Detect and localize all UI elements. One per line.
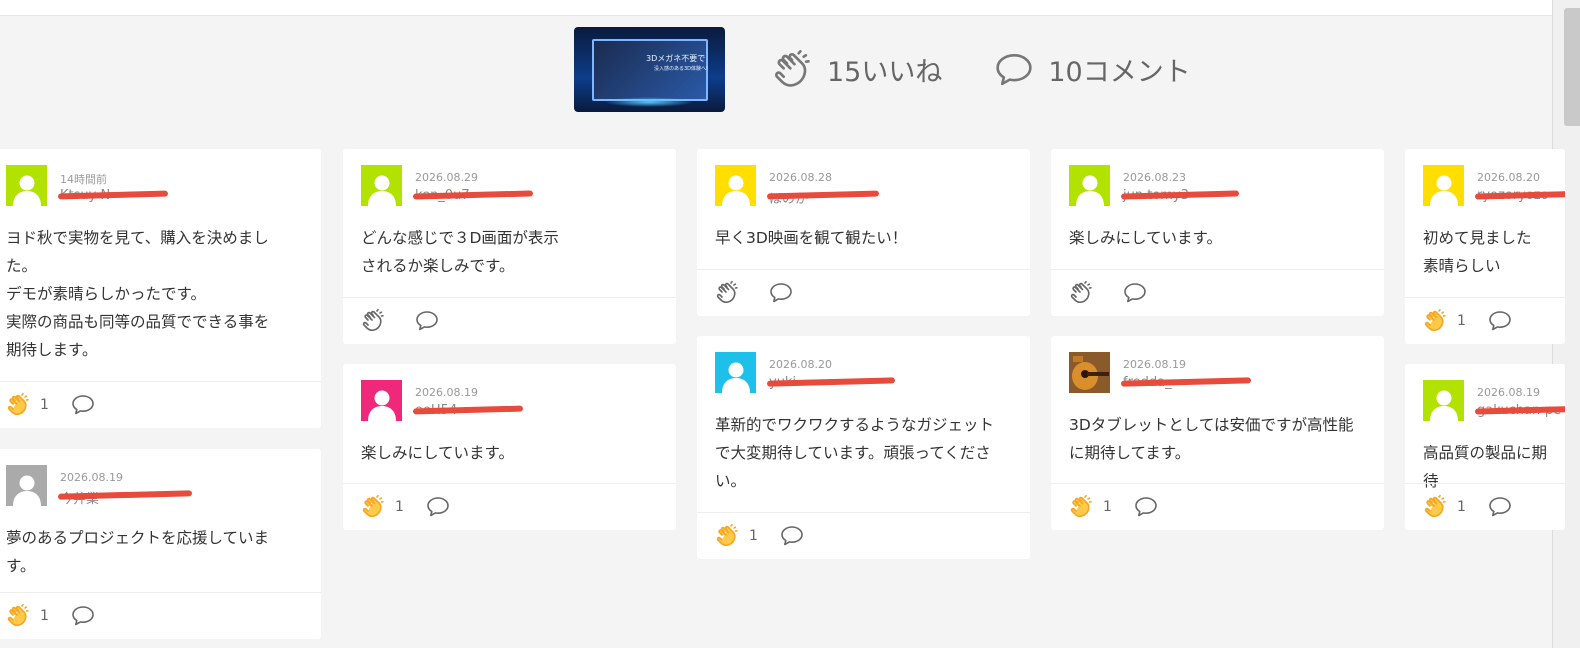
reply-icon[interactable]	[1488, 496, 1512, 518]
reply-icon[interactable]	[1123, 282, 1147, 304]
comment-text: 早く3D映画を観て観たい！	[715, 229, 908, 247]
avatar[interactable]	[1423, 165, 1464, 206]
comment-date: 2026.08.19	[1477, 386, 1540, 399]
clap-icon[interactable]	[1069, 495, 1093, 519]
project-stats-header: 3Dメガネ不要で 没入感のある3D体験へ! 15いいね 10コメント	[574, 27, 1191, 112]
avatar[interactable]	[361, 380, 402, 421]
comment-actions	[697, 269, 1030, 316]
clap-icon[interactable]	[1423, 495, 1447, 519]
comment-card: 2026.08.28 ほのか 早く3D映画を観て観たい！	[697, 149, 1030, 316]
comment-text: 夢のあるプロジェクトを応援しています。	[6, 529, 270, 575]
comment-card: 2026.08.29ken_0u7どんな感じで３D画面が表示されるか楽しみです。	[343, 149, 676, 344]
comment-text: どんな感じで３D画面が表示されるか楽しみです。	[361, 229, 559, 275]
like-count: 1	[1457, 313, 1466, 329]
comment-date: 2026.08.19	[415, 386, 478, 399]
scrollbar-thumb[interactable]	[1564, 8, 1580, 126]
thumbnail-title: 3Dメガネ不要で	[646, 54, 706, 63]
like-count: 1	[40, 608, 49, 624]
reply-icon[interactable]	[71, 605, 95, 627]
comment-date: 2026.08.29	[415, 171, 478, 184]
clap-icon	[775, 49, 810, 87]
clap-icon[interactable]	[715, 524, 739, 548]
like-count: 1	[749, 528, 758, 544]
comment-actions	[343, 297, 676, 344]
comment-card: 2026.08.20yuki革新的でワクワクするようなガジェットで大変期待してい…	[697, 336, 1030, 559]
user-icon	[1429, 175, 1458, 206]
comment-text: 3Dタブレットとしては安価ですが高性能に期待してます。	[1069, 416, 1354, 462]
comment-text: 楽しみにしています。	[1069, 229, 1222, 247]
comment-date: 2026.08.19	[1123, 358, 1186, 371]
comment-actions: 1	[343, 483, 676, 530]
avatar[interactable]	[1069, 165, 1110, 206]
comment-actions: 1	[1405, 483, 1565, 530]
comment-card: 2026.08.19gakuchan-pe高品質の製品に期待1	[1405, 364, 1565, 530]
clap-icon[interactable]	[1423, 309, 1447, 333]
avatar[interactable]	[715, 165, 756, 206]
clap-icon[interactable]	[361, 309, 385, 333]
user-icon	[1429, 390, 1458, 421]
avatar[interactable]	[1069, 352, 1110, 393]
user-icon	[721, 175, 750, 206]
avatar[interactable]	[6, 465, 47, 506]
glow-graphic	[604, 97, 694, 107]
like-count: 1	[395, 499, 404, 515]
user-icon	[721, 362, 750, 393]
comment-text: 楽しみにしています。	[361, 444, 514, 462]
user-icon	[367, 175, 396, 206]
comment-text: 初めて見ました 素晴らしい	[1423, 229, 1532, 275]
user-icon	[12, 175, 41, 206]
comment-actions: 1	[0, 381, 321, 428]
comment-actions: 1	[1051, 483, 1384, 530]
user-icon	[12, 475, 41, 506]
reply-icon[interactable]	[415, 310, 439, 332]
comment-actions: 1	[0, 592, 321, 639]
reply-icon[interactable]	[1134, 496, 1158, 518]
comment-date: 2026.08.20	[769, 358, 832, 371]
top-bar	[0, 0, 1552, 16]
clap-icon[interactable]	[361, 495, 385, 519]
avatar[interactable]	[715, 352, 756, 393]
project-thumbnail[interactable]: 3Dメガネ不要で 没入感のある3D体験へ!	[574, 27, 725, 112]
comments-count-label: 10コメント	[1048, 57, 1191, 88]
user-icon	[1075, 175, 1104, 206]
comment-actions: 1	[697, 512, 1030, 559]
comment-date: 2026.08.28	[769, 171, 832, 184]
speech-bubble-icon	[996, 53, 1033, 85]
avatar[interactable]	[1423, 380, 1464, 421]
comment-card: 2026.08.23jun.tomy3楽しみにしています。	[1051, 149, 1384, 316]
reply-icon[interactable]	[769, 282, 793, 304]
comment-card: 2026.08.19fredda_3Dタブレットとしては安価ですが高性能に期待し…	[1051, 336, 1384, 530]
reply-icon[interactable]	[780, 525, 804, 547]
avatar[interactable]	[361, 165, 402, 206]
clap-icon[interactable]	[715, 281, 739, 305]
comment-card: 2026.08.20ryozoryozo初めて見ました 素晴らしい1	[1405, 149, 1565, 344]
comment-date: 2026.08.19	[60, 471, 123, 484]
reply-icon[interactable]	[71, 394, 95, 416]
comments-stat[interactable]: 10コメント	[994, 50, 1191, 89]
comment-card: 2026.08.19ooH54楽しみにしています。1	[343, 364, 676, 530]
comment-card: 14時間前Ktsuy Nヨド秋で実物を見て、購入を決めました。 デモが素晴らしか…	[0, 149, 321, 428]
reply-icon[interactable]	[1488, 310, 1512, 332]
comment-text: ヨド秋で実物を見て、購入を決めました。 デモが素晴らしかったです。 実際の商品も…	[6, 229, 270, 359]
comment-card: 2026.08.19 今井業 夢のあるプロジェクトを応援しています。 1	[0, 449, 321, 639]
comment-date: 14時間前	[60, 173, 107, 186]
clap-icon[interactable]	[6, 393, 30, 417]
thumbnail-subtitle: 没入感のある3D体験へ!	[654, 66, 709, 72]
likes-stat[interactable]: 15いいね	[771, 49, 943, 90]
reply-icon[interactable]	[426, 496, 450, 518]
comment-date: 2026.08.20	[1477, 171, 1540, 184]
like-count: 1	[1103, 499, 1112, 515]
comment-actions: 1	[1405, 297, 1565, 344]
comment-text: 革新的でワクワクするようなガジェットで大変期待しています。頑張ってください。	[715, 416, 995, 490]
user-icon	[367, 390, 396, 421]
comment-actions	[1051, 269, 1384, 316]
avatar[interactable]	[6, 165, 47, 206]
clap-icon[interactable]	[1069, 281, 1093, 305]
like-count: 1	[40, 397, 49, 413]
likes-count-label: 15いいね	[827, 57, 943, 88]
clap-icon[interactable]	[6, 604, 30, 628]
comment-date: 2026.08.23	[1123, 171, 1186, 184]
like-count: 1	[1457, 499, 1466, 515]
